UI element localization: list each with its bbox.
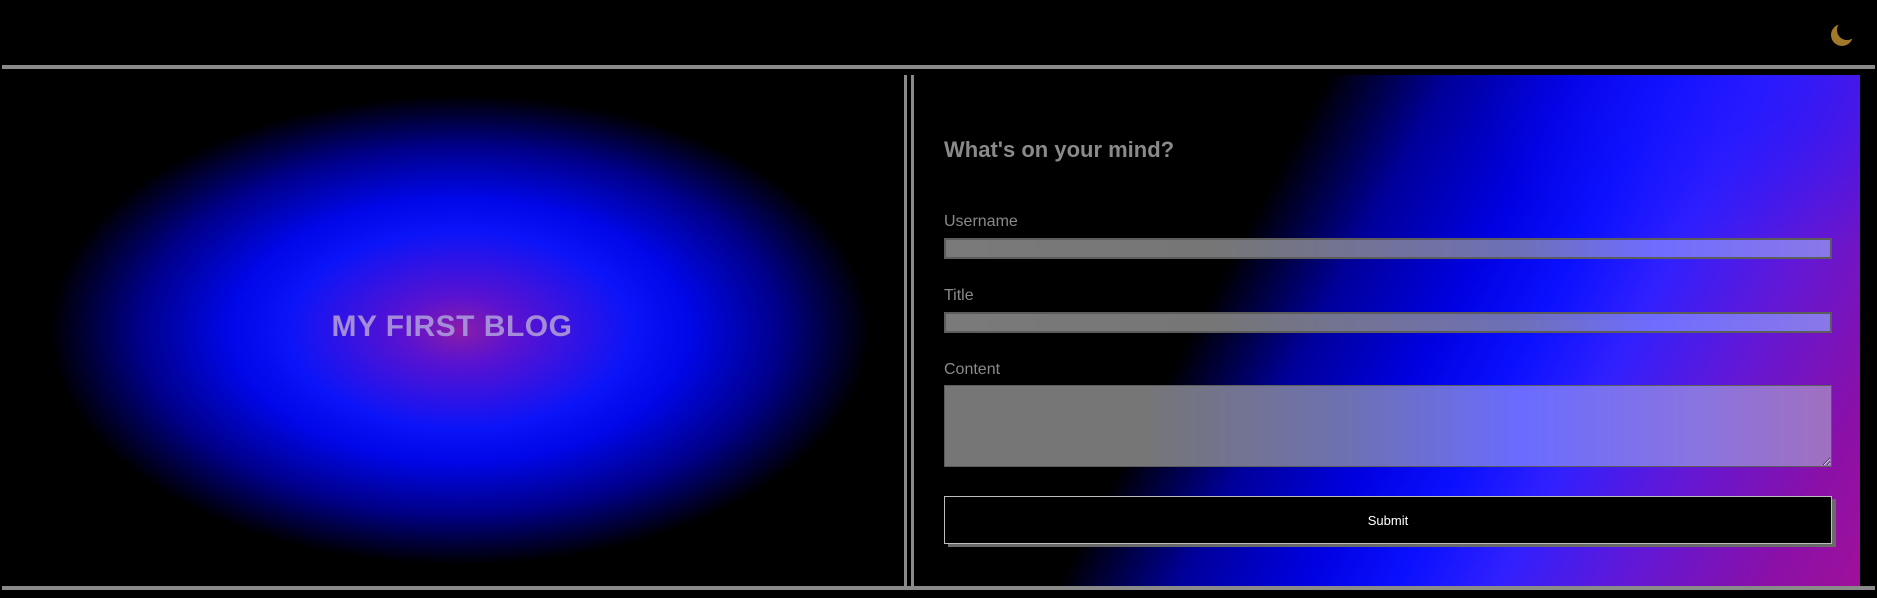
bottom-divider	[2, 586, 1875, 590]
hero-panel: MY FIRST BLOG	[0, 75, 904, 585]
top-divider	[2, 65, 1875, 69]
username-input[interactable]	[944, 238, 1832, 259]
crescent-moon-icon	[1831, 24, 1853, 46]
vertical-divider	[904, 75, 914, 586]
title-label: Title	[944, 287, 974, 304]
title-input[interactable]	[944, 312, 1832, 333]
top-bar	[0, 0, 1877, 64]
theme-toggle-button[interactable]	[1827, 20, 1857, 50]
content-textarea[interactable]	[944, 385, 1832, 467]
form-heading: What's on your mind?	[944, 137, 1175, 162]
submit-button[interactable]: Submit	[944, 496, 1832, 544]
post-form-panel: What's on your mind? Username Title Cont…	[914, 75, 1860, 586]
right-margin	[1860, 75, 1877, 586]
content-label: Content	[944, 361, 1001, 378]
username-label: Username	[944, 213, 1018, 230]
blog-title: MY FIRST BLOG	[331, 310, 573, 343]
